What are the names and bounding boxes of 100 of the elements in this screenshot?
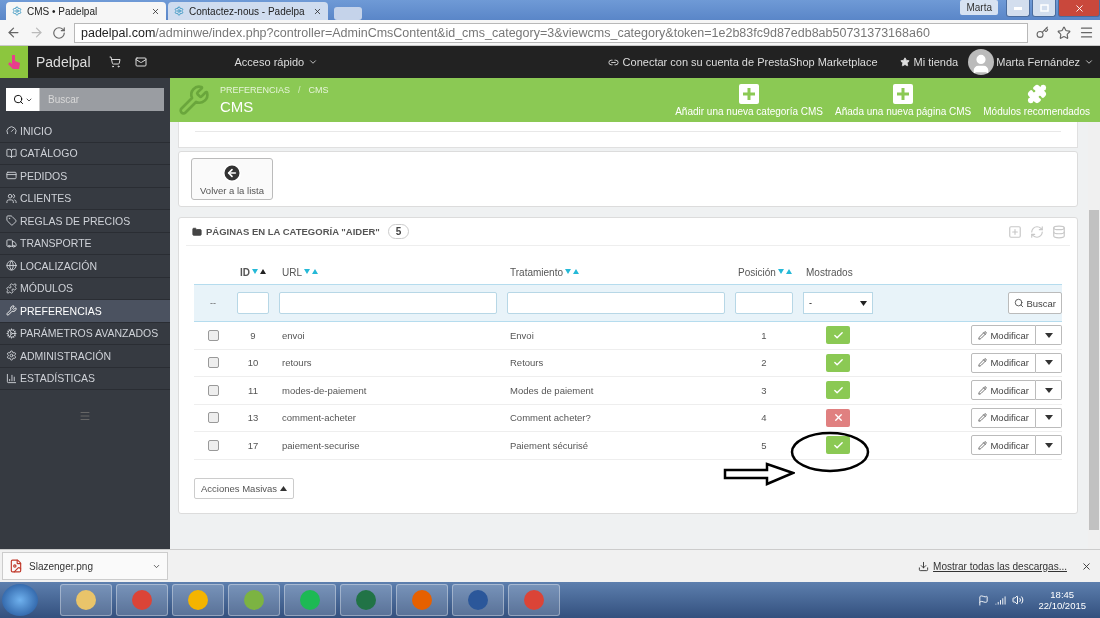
row-checkbox[interactable]	[207, 329, 219, 341]
logo-icon[interactable]	[0, 46, 28, 78]
profile-button[interactable]: Marta	[960, 0, 998, 15]
taskbar-button[interactable]	[228, 584, 280, 616]
row-checkbox[interactable]	[207, 412, 219, 424]
table-cell-text: Comment acheter?	[509, 412, 592, 424]
globe-icon	[6, 260, 17, 272]
menu-icon[interactable]	[1079, 25, 1094, 40]
status-toggle[interactable]	[826, 408, 850, 427]
sidebar-item[interactable]: PREFERENCIAS	[0, 300, 170, 323]
search-button[interactable]: Buscar	[1008, 292, 1062, 314]
status-toggle[interactable]	[826, 381, 850, 400]
search-field[interactable]: Buscar	[40, 88, 164, 111]
clock[interactable]: 18:45 22/10/2015	[1038, 589, 1086, 611]
shop-link[interactable]: Mi tienda	[899, 56, 959, 68]
dropdown-button[interactable]	[1036, 435, 1062, 456]
table-cell-text: 10	[246, 357, 260, 369]
close-icon[interactable]	[1081, 560, 1092, 572]
close-icon[interactable]	[313, 6, 322, 16]
page-title: CMS	[220, 98, 255, 115]
check-icon	[832, 384, 844, 396]
speaker-icon[interactable]	[1012, 594, 1025, 606]
table-cell-text: 13	[246, 412, 260, 424]
browser-tab[interactable]: Contactez-nous - Padelpa	[168, 2, 328, 20]
close-icon[interactable]	[151, 6, 160, 16]
bulk-actions-button[interactable]: Acciones Masivas	[194, 477, 295, 499]
plus-icon	[893, 83, 914, 104]
taskbar-button[interactable]	[396, 584, 448, 616]
column-header: Mostrados	[805, 266, 854, 278]
back-to-list-button[interactable]: Volver a la lista	[191, 158, 273, 200]
title-filter-field[interactable]	[507, 292, 725, 314]
marketplace-link[interactable]: Conectar con su cuenta de PrestaShop Marketplace	[607, 56, 878, 68]
edit-button[interactable]: Modificar	[971, 352, 1036, 373]
address-field[interactable]: padelpal.com/adminwe/index.php?controller=AdminCmsContent&id_cms_category=3&viewcms_category&token=1e2b83fc9d87edb8ab50731373168a60	[74, 22, 1028, 43]
tag-icon	[6, 215, 17, 227]
database-icon[interactable]	[1052, 224, 1066, 239]
column-header[interactable]: ID	[232, 266, 274, 278]
column-header[interactable]: Posición	[730, 266, 798, 278]
edit-button[interactable]: Modificar	[971, 435, 1036, 456]
dropdown-button[interactable]	[1036, 352, 1062, 373]
taskbar-button[interactable]	[340, 584, 392, 616]
taskbar-button[interactable]	[452, 584, 504, 616]
card-icon	[6, 170, 17, 182]
user-menu[interactable]: Marta Fernández	[996, 56, 1094, 68]
edit-button[interactable]: Modificar	[971, 407, 1036, 428]
back-icon[interactable]	[6, 25, 21, 40]
quick-access-menu[interactable]: Acceso rápido	[234, 56, 319, 68]
cart-icon[interactable]	[108, 56, 121, 68]
taskbar-button[interactable]	[116, 584, 168, 616]
taskbar-button[interactable]	[508, 584, 560, 616]
pencil-icon	[978, 330, 988, 340]
table-cell-text: Paiement sécurisé	[509, 439, 590, 451]
refresh-icon[interactable]	[1030, 224, 1044, 239]
taskbar-button[interactable]	[284, 584, 336, 616]
search-type-button[interactable]	[6, 88, 40, 111]
column-header[interactable]: URL	[274, 266, 502, 278]
edit-button[interactable]: Modificar	[971, 325, 1036, 346]
row-checkbox[interactable]	[207, 439, 219, 451]
row-checkbox[interactable]	[207, 357, 219, 369]
plus-icon	[739, 83, 760, 104]
dropdown-button[interactable]	[1036, 325, 1062, 346]
displayed-filter-select[interactable]: -	[803, 292, 873, 314]
status-toggle[interactable]	[826, 353, 850, 372]
table-cell-text: 3	[760, 384, 768, 396]
forward-icon[interactable]	[29, 25, 44, 40]
row-checkbox[interactable]	[207, 384, 219, 396]
search-icon	[1014, 298, 1025, 308]
taskbar-button[interactable]	[60, 584, 112, 616]
start-button[interactable]	[2, 584, 38, 616]
reload-icon[interactable]	[52, 25, 66, 40]
cross-icon	[832, 412, 844, 424]
edit-button[interactable]: Modificar	[971, 380, 1036, 401]
table-cell-text: modes-de-paiement	[281, 384, 368, 396]
maximize-icon	[1039, 4, 1049, 12]
signal-icon[interactable]	[995, 594, 1007, 606]
key-icon[interactable]	[1036, 26, 1049, 39]
add-icon[interactable]	[1008, 224, 1022, 239]
sort-arrows-icon[interactable]	[252, 269, 267, 275]
caret-icon	[860, 300, 867, 306]
maximize-button[interactable]	[1032, 0, 1056, 17]
dropdown-button[interactable]	[1036, 380, 1062, 401]
position-filter-field[interactable]	[735, 292, 793, 314]
status-toggle[interactable]	[826, 436, 850, 455]
brand-name[interactable]: Padelpal	[36, 54, 91, 70]
taskbar-button[interactable]	[172, 584, 224, 616]
column-header[interactable]: Tratamiento	[502, 266, 730, 278]
minimize-button[interactable]	[1006, 0, 1030, 17]
download-icon	[918, 560, 930, 572]
download-item[interactable]: Slazenger.png	[2, 552, 168, 580]
check-icon	[832, 439, 844, 451]
show-all-downloads-link[interactable]: Mostrar todas las descargas...	[933, 560, 1067, 572]
users-icon	[6, 192, 17, 204]
bookmark-star-icon[interactable]	[1057, 25, 1071, 40]
table-cell-text: 11	[247, 384, 259, 396]
flag-icon[interactable]	[978, 594, 990, 606]
browser-tab[interactable]: CMS • Padelpal	[6, 2, 166, 20]
dropdown-button[interactable]	[1036, 407, 1062, 428]
url-filter-field[interactable]	[279, 292, 497, 314]
id-filter-field[interactable]	[237, 292, 269, 314]
status-toggle[interactable]	[826, 326, 850, 345]
